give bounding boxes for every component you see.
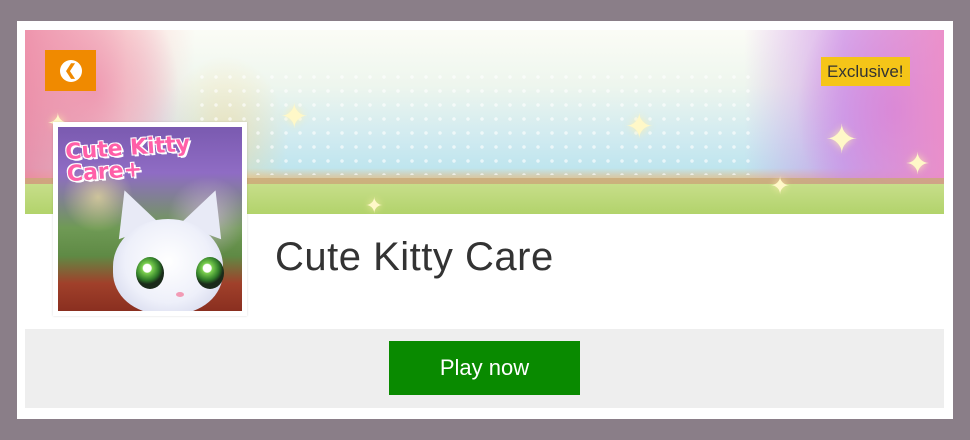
sparkle-icon: ✦	[625, 108, 654, 146]
kitty-eye-right	[196, 257, 224, 289]
game-title: Cute Kitty Care	[275, 235, 554, 279]
game-thumbnail-image: Cute Kitty Care+	[58, 127, 242, 311]
exclusive-badge: Exclusive!	[821, 57, 910, 86]
sparkle-icon: ✦	[280, 98, 309, 136]
banner-dotted-wallpaper	[195, 70, 755, 175]
sparkle-icon: ✦	[825, 118, 859, 162]
play-now-button[interactable]: Play now	[389, 341, 580, 395]
chevron-left-icon: ❮	[59, 59, 82, 82]
kitty-eye-left	[136, 257, 164, 289]
thumbnail-logo-text: Cute Kitty Care+	[64, 131, 191, 188]
game-card: ✦ ✦ ✦ ✦ ✦ ✦ ✦ ❮ Exclusive! Cute Kitty Ca…	[17, 21, 953, 419]
sparkle-icon: ✦	[365, 193, 384, 215]
play-bar: Play now	[25, 329, 944, 408]
back-button[interactable]: ❮	[45, 50, 96, 91]
sparkle-icon: ✦	[770, 173, 791, 200]
kitty-nose	[176, 292, 184, 297]
sparkle-icon: ✦	[905, 148, 931, 181]
game-thumbnail: Cute Kitty Care+	[53, 122, 247, 316]
